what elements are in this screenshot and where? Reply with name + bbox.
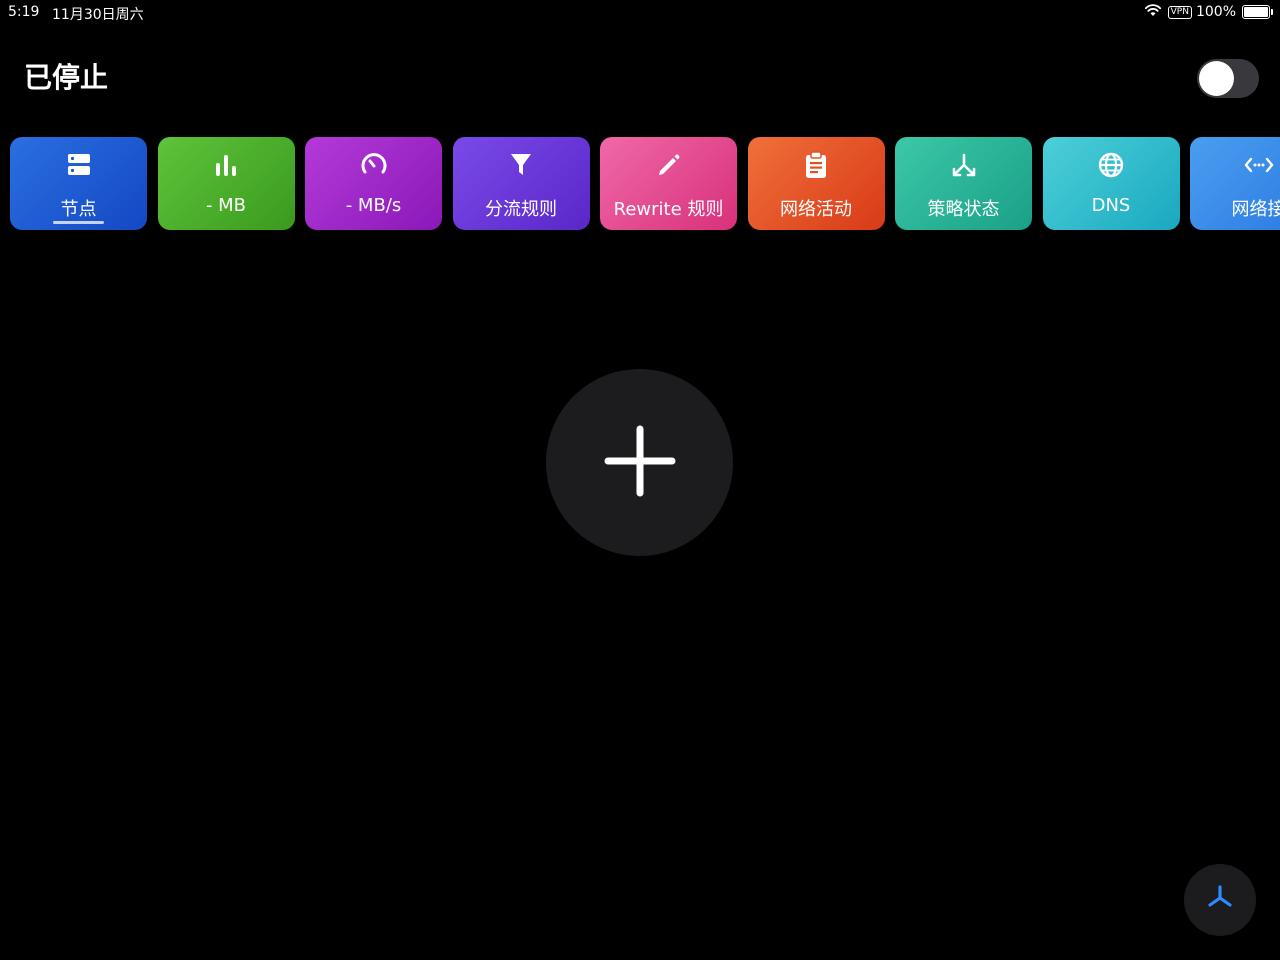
tile-label: - MB/s [345, 195, 402, 216]
filter-icon [453, 151, 590, 179]
tile-label: DNS [1091, 195, 1131, 216]
tri-arrow-icon [1205, 883, 1235, 917]
tile-label: - MB [205, 195, 247, 216]
tile-speed[interactable]: - MB/s [305, 137, 442, 230]
add-button[interactable] [546, 369, 733, 556]
tile-routing-rules[interactable]: 分流规则 [452, 137, 590, 230]
tile-network-activity[interactable]: 网络活动 [747, 137, 885, 230]
clipboard-icon [748, 151, 885, 179]
bar-chart-icon [158, 151, 295, 179]
selected-indicator [53, 221, 104, 224]
wifi-icon [1144, 3, 1162, 21]
tile-rewrite-rules[interactable]: Rewrite 规则 [600, 137, 737, 230]
feature-tiles: 节点 - MB - MB/s 分流规则 Rewrite 规则 网络活动 策略状态… [10, 137, 1280, 230]
status-date: 11月30日周六 [52, 7, 144, 23]
page-title: 已停止 [24, 61, 109, 94]
tile-network-interface[interactable]: 网络接 [1190, 137, 1280, 230]
speedometer-icon [305, 151, 442, 179]
tile-label: Rewrite 规则 [613, 199, 724, 220]
tile-dns[interactable]: DNS [1042, 137, 1180, 230]
tile-label: 节点 [60, 199, 97, 220]
connection-toggle[interactable] [1197, 59, 1259, 98]
battery-fill [1244, 7, 1268, 17]
vpn-badge: VPN [1167, 5, 1192, 19]
code-arrows-icon [1190, 151, 1280, 179]
branch-icon [895, 151, 1032, 179]
battery-percent: 100% [1195, 4, 1236, 20]
toggle-knob[interactable] [1199, 61, 1234, 96]
status-indicators: VPN 100% [1144, 3, 1273, 21]
tile-nodes[interactable]: 节点 [10, 137, 147, 230]
globe-icon [1043, 151, 1180, 179]
tile-traffic[interactable]: - MB [157, 137, 295, 230]
pencil-icon [600, 151, 737, 179]
tile-label: 网络活动 [780, 199, 852, 220]
tile-policy-status[interactable]: 策略状态 [895, 137, 1032, 230]
floating-menu-button[interactable] [1184, 864, 1256, 936]
status-time: 5:19 [8, 4, 40, 20]
tile-label: 策略状态 [927, 199, 1000, 220]
tile-label: 网络接 [1231, 199, 1280, 220]
tile-label: 分流规则 [485, 199, 557, 220]
status-bar: 5:19 11月30日周六 VPN 100% [0, 0, 1280, 26]
plus-icon [604, 425, 676, 501]
battery-icon [1242, 5, 1273, 19]
server-icon [10, 151, 147, 179]
